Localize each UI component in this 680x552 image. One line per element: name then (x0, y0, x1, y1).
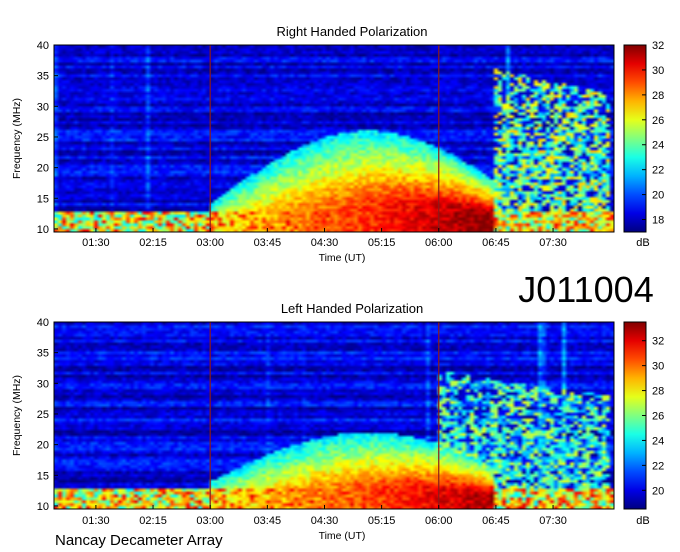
x-tick-label: 06:00 (425, 237, 453, 249)
colorbar-tick-label: 30 (652, 65, 664, 77)
y-tick-label: 20 (37, 163, 49, 175)
x-tick-label: 05:15 (368, 515, 396, 527)
y-tick-label: 40 (37, 317, 49, 329)
credit-label: Nancay Decameter Array (55, 532, 223, 549)
y-axis-label: Frequency (MHz) (11, 98, 23, 179)
x-tick-label: 03:45 (254, 237, 282, 249)
colorbar-tick-label: 18 (652, 215, 664, 227)
y-tick-label: 30 (37, 101, 49, 113)
y-tick-label: 15 (37, 470, 49, 482)
colorbar-tick-label: 32 (652, 40, 664, 52)
spectrogram-panel: 01:30 02:15 03:00 03:45 04:30 05:15 06:00 06:45… (11, 301, 664, 542)
x-tick-label: 07:30 (539, 515, 567, 527)
y-tick-label: 20 (37, 440, 49, 452)
spectrogram-heatmap (54, 45, 614, 232)
x-tick-label: 06:00 (425, 515, 453, 527)
colorbar-tick-label: 22 (652, 165, 664, 177)
colorbar-tick-label: 22 (652, 460, 664, 472)
spectrogram-panel: 01:30 02:15 03:00 03:45 04:30 05:15 06:00 06:45… (11, 24, 664, 264)
y-tick-label: 25 (37, 132, 49, 144)
x-tick-label: 05:15 (368, 237, 396, 249)
y-tick-label: 30 (37, 378, 49, 390)
x-tick-label: 02:15 (139, 515, 167, 527)
x-tick-label: 01:30 (82, 515, 110, 527)
x-tick-label: 03:45 (254, 515, 282, 527)
x-tick-label: 06:45 (482, 515, 510, 527)
colorbar-tick-label: 20 (652, 190, 664, 202)
x-tick-label: 07:30 (539, 237, 567, 249)
y-tick-label: 10 (37, 501, 49, 513)
panel-title: Left Handed Polarization (281, 301, 423, 316)
x-tick-label: 04:30 (311, 515, 339, 527)
colorbar-tick-label: 28 (652, 386, 664, 398)
spectrogram-figure: 01:30 02:15 03:00 03:45 04:30 05:15 06:00 06:45… (11, 24, 664, 549)
x-tick-label: 03:00 (196, 237, 224, 249)
colorbar-tick-label: 24 (652, 435, 664, 447)
x-tick-label: 02:15 (139, 237, 167, 249)
colorbar-tick-label: 24 (652, 140, 664, 152)
colorbar-tick-label: 26 (652, 115, 664, 127)
panel-title: Right Handed Polarization (276, 24, 427, 39)
colorbar-tick-label: 28 (652, 90, 664, 102)
x-tick-label: 04:30 (311, 237, 339, 249)
colorbar (623, 44, 647, 233)
colorbar-label: dB (636, 237, 649, 249)
x-tick-label: 01:30 (82, 237, 110, 249)
colorbar-tick-label: 26 (652, 411, 664, 423)
colorbar-tick-label: 30 (652, 361, 664, 373)
y-tick-label: 35 (37, 348, 49, 360)
x-axis-label: Time (UT) (319, 530, 366, 542)
y-tick-label: 25 (37, 409, 49, 421)
colorbar-tick-label: 32 (652, 336, 664, 348)
y-tick-label: 10 (37, 224, 49, 236)
y-tick-label: 15 (37, 193, 49, 205)
colorbar-label: dB (636, 515, 649, 527)
x-tick-label: 03:00 (196, 515, 224, 527)
x-tick-label: 06:45 (482, 237, 510, 249)
x-axis-label: Time (UT) (319, 252, 366, 264)
y-tick-label: 35 (37, 71, 49, 83)
y-axis-label: Frequency (MHz) (11, 375, 23, 456)
y-tick-label: 40 (37, 40, 49, 52)
observation-id: J011004 (518, 269, 653, 310)
colorbar-tick-label: 20 (652, 485, 664, 497)
spectrogram-heatmap (54, 322, 614, 509)
